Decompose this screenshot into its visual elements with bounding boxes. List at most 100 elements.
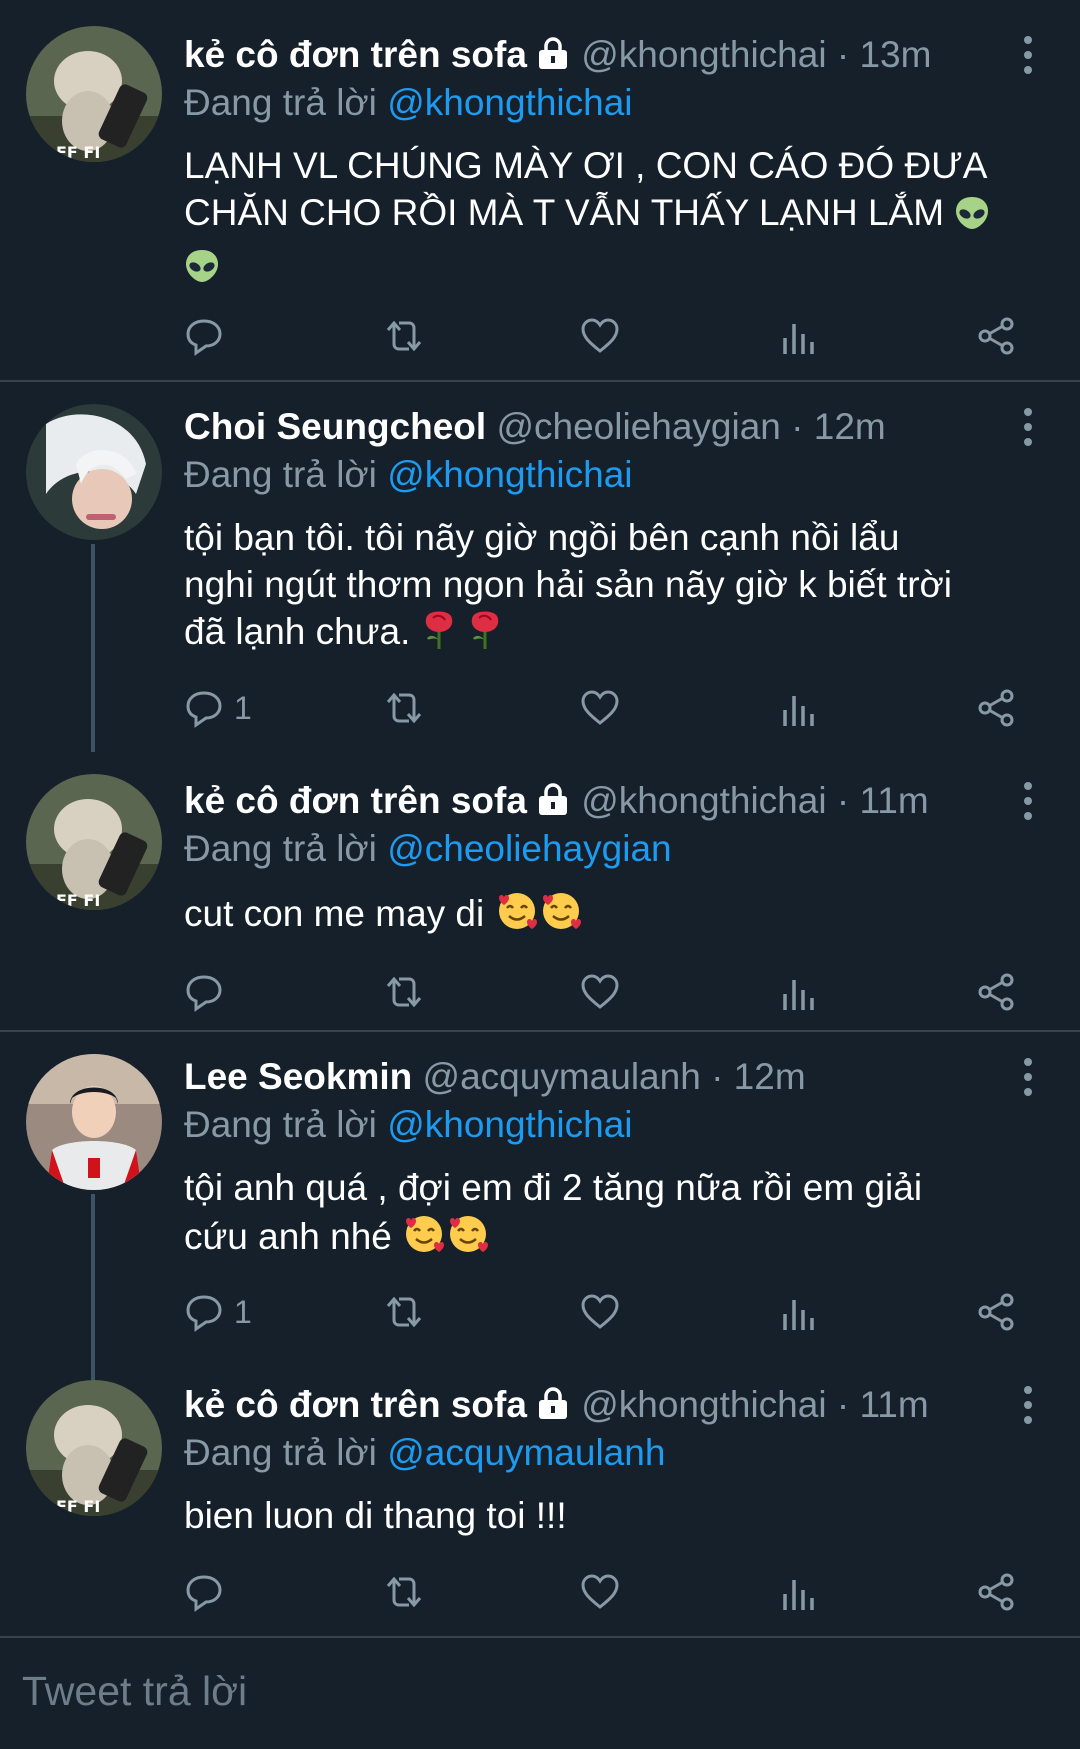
- tweet-text: cut con me may di: [184, 888, 1054, 943]
- handle[interactable]: @cheoliehaygian: [496, 406, 780, 447]
- text-line: tội bạn tôi. tôi nãy giờ ngồi bên cạnh n…: [184, 517, 900, 558]
- handle[interactable]: @khongthichai: [581, 780, 826, 821]
- analytics-button[interactable]: [778, 1570, 818, 1614]
- like-button[interactable]: [580, 1570, 620, 1614]
- avatar[interactable]: [26, 404, 162, 540]
- share-button[interactable]: [976, 686, 1016, 730]
- alien-emoji: [184, 248, 220, 295]
- handle[interactable]: @khongthichai: [581, 1384, 826, 1425]
- replying-prefix: Đang trả lời: [184, 454, 377, 495]
- replying-to: Đang trả lời @khongthichai: [184, 450, 633, 500]
- mention-link[interactable]: @khongthichai: [387, 82, 632, 123]
- share-button[interactable]: [976, 970, 1016, 1014]
- handle[interactable]: @khongthichai: [581, 34, 826, 75]
- tweet-header: Choi Seungcheol @cheoliehaygian · 12m: [184, 402, 930, 452]
- tweet-5[interactable]: FF FI kẻ cô đơn trên sofa @khongthichai …: [0, 1380, 1080, 1636]
- tweet-text: tội bạn tôi. tôi nãy giờ ngồi bên cạnh n…: [184, 514, 1054, 661]
- tweet-2[interactable]: Choi Seungcheol @cheoliehaygian · 12m Đa…: [0, 382, 1080, 752]
- retweet-icon: [386, 692, 422, 724]
- text-line: bien luon di thang toi !!!: [184, 1495, 567, 1536]
- reply-count: 1: [234, 689, 252, 726]
- handle[interactable]: @acquymaulanh: [423, 1056, 701, 1097]
- more-vertical-icon[interactable]: [1016, 36, 1040, 76]
- reply-button[interactable]: [184, 1570, 234, 1614]
- replying-prefix: Đang trả lời: [184, 828, 377, 869]
- heart-icon: [581, 318, 619, 353]
- lock-icon: [535, 780, 571, 830]
- display-name[interactable]: kẻ cô đơn trên sofa: [184, 1384, 527, 1425]
- avatar[interactable]: FF FI: [26, 774, 162, 910]
- retweet-icon: [386, 1576, 422, 1608]
- timestamp[interactable]: 12m: [734, 1056, 806, 1097]
- more-vertical-icon[interactable]: [1016, 782, 1040, 822]
- smiling-face-with-hearts-emoji: [402, 1211, 446, 1266]
- text-line: tội anh quá , đợi em đi 2 tăng nữa rồi e…: [184, 1167, 923, 1208]
- reply-icon: [186, 975, 222, 1012]
- timestamp[interactable]: 13m: [859, 34, 930, 75]
- reply-button[interactable]: 1: [184, 686, 252, 730]
- mention-link[interactable]: @khongthichai: [387, 1104, 632, 1145]
- analytics-button[interactable]: [778, 1290, 818, 1334]
- retweet-button[interactable]: [382, 686, 426, 730]
- analytics-button[interactable]: [778, 686, 818, 730]
- display-name[interactable]: kẻ cô đơn trên sofa: [184, 780, 527, 821]
- timestamp[interactable]: 12m: [814, 406, 886, 447]
- share-button[interactable]: [976, 314, 1016, 358]
- retweet-icon: [386, 1296, 422, 1328]
- like-button[interactable]: [580, 970, 620, 1014]
- display-name[interactable]: Lee Seokmin: [184, 1056, 412, 1097]
- like-button[interactable]: [580, 686, 620, 730]
- more-vertical-icon[interactable]: [1016, 1386, 1040, 1426]
- timestamp[interactable]: 11m: [859, 1384, 928, 1425]
- share-button[interactable]: [976, 1570, 1016, 1614]
- reply-input[interactable]: Tweet trả lời: [22, 1668, 247, 1715]
- analytics-button[interactable]: [778, 970, 818, 1014]
- tweet-4[interactable]: Lee Seokmin @acquymaulanh · 12m Đang trả…: [0, 1032, 1080, 1380]
- tweet-actions: [184, 970, 1024, 1014]
- display-name[interactable]: Choi Seungcheol: [184, 406, 486, 447]
- tweet-actions: 1: [184, 686, 1024, 730]
- heart-icon: [581, 690, 619, 725]
- more-vertical-icon[interactable]: [1016, 1058, 1040, 1098]
- analytics-button[interactable]: [778, 314, 818, 358]
- reply-count: 1: [234, 1293, 252, 1330]
- avatar[interactable]: FF FI: [26, 1380, 162, 1516]
- share-button[interactable]: [976, 1290, 1016, 1334]
- display-name[interactable]: kẻ cô đơn trên sofa: [184, 34, 527, 75]
- retweet-button[interactable]: [382, 970, 426, 1014]
- separator: ·: [791, 406, 804, 447]
- reply-button[interactable]: 1: [184, 1290, 252, 1334]
- separator: ·: [836, 780, 850, 821]
- text-line: đã lạnh chưa.: [184, 608, 1054, 661]
- tweet-header: kẻ cô đơn trên sofa @khongthichai · 11m: [184, 776, 930, 830]
- text-line: CHĂN CHO RỒI MÀ T VẪN THẤY LẠNH LẮM: [184, 189, 1054, 242]
- avatar[interactable]: FF FI: [26, 26, 162, 162]
- share-icon: [978, 973, 1014, 1011]
- heart-icon: [581, 1294, 619, 1329]
- text-line: nghi ngút thơm ngon hải sản nãy giờ k bi…: [184, 564, 953, 605]
- tweet-header: kẻ cô đơn trên sofa @khongthichai · 11m: [184, 1380, 930, 1434]
- reply-button[interactable]: [184, 314, 234, 358]
- mention-link[interactable]: @cheoliehaygian: [387, 828, 671, 869]
- tweet-header: kẻ cô đơn trên sofa @khongthichai · 13m: [184, 30, 930, 84]
- tweet-3[interactable]: FF FI kẻ cô đơn trên sofa @khongthichai …: [0, 752, 1080, 1030]
- mention-link[interactable]: @khongthichai: [387, 454, 632, 495]
- timestamp[interactable]: 11m: [859, 780, 928, 821]
- replying-prefix: Đang trả lời: [184, 1432, 377, 1473]
- replying-prefix: Đang trả lời: [184, 1104, 377, 1145]
- reply-composer[interactable]: Tweet trả lời: [0, 1638, 1080, 1749]
- tweet-1[interactable]: FF FI kẻ cô đơn trên sofa @khongthichai …: [0, 0, 1080, 380]
- retweet-button[interactable]: [382, 1290, 426, 1334]
- separator: ·: [711, 1056, 724, 1097]
- rose-emoji: [421, 610, 457, 661]
- retweet-button[interactable]: [382, 1570, 426, 1614]
- like-button[interactable]: [580, 314, 620, 358]
- mention-link[interactable]: @acquymaulanh: [387, 1432, 665, 1473]
- retweet-button[interactable]: [382, 314, 426, 358]
- avatar[interactable]: [26, 1054, 162, 1190]
- heart-icon: [581, 1574, 619, 1609]
- reply-button[interactable]: [184, 970, 234, 1014]
- more-vertical-icon[interactable]: [1016, 408, 1040, 448]
- like-button[interactable]: [580, 1290, 620, 1334]
- retweet-icon: [386, 976, 422, 1008]
